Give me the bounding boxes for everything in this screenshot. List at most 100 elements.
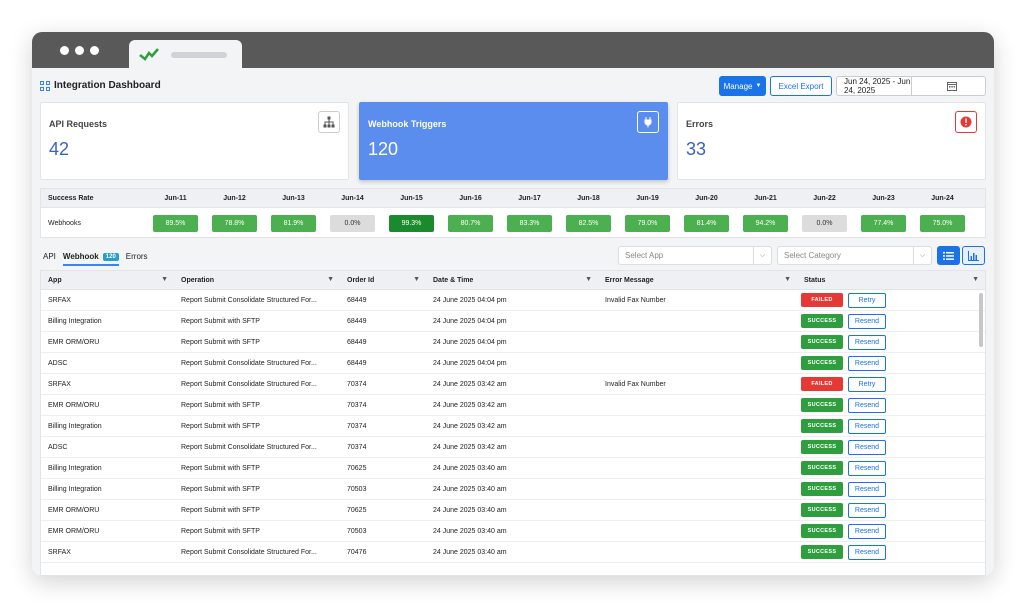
cell-operation: Report Submit with SFTP bbox=[181, 506, 260, 514]
cell-operation: Report Submit with SFTP bbox=[181, 527, 260, 535]
card-webhook-triggers[interactable]: Webhook Triggers 120 bbox=[359, 102, 668, 180]
cell-date-time: 24 June 2025 03:40 am bbox=[433, 548, 507, 556]
filter-icon[interactable]: ▼ bbox=[327, 276, 334, 283]
cell-error-message bbox=[598, 458, 797, 478]
cell-status: FAILED Retry bbox=[797, 374, 985, 394]
filter-icon[interactable]: ▼ bbox=[784, 276, 791, 283]
cell-date-time: 24 June 2025 03:42 am bbox=[433, 443, 507, 451]
cell-status: SUCCESS Resend bbox=[797, 311, 985, 331]
select-app-placeholder: Select App bbox=[625, 251, 664, 260]
cell-app: Billing Integration bbox=[48, 464, 102, 472]
table-row[interactable]: ADSC Report Submit Consolidate Structured… bbox=[41, 437, 985, 458]
filter-icon[interactable]: ▼ bbox=[413, 276, 420, 283]
chevron-down-icon: ⌵ bbox=[753, 247, 771, 264]
chart-view-button[interactable] bbox=[962, 246, 985, 265]
table-row[interactable]: Billing Integration Report Submit with SF… bbox=[41, 311, 985, 332]
resend-button[interactable]: Resend bbox=[848, 502, 886, 518]
resend-button[interactable]: Resend bbox=[848, 523, 886, 539]
column-header-error-message[interactable]: Error Message ▼ bbox=[598, 271, 797, 289]
column-header-app[interactable]: App ▼ bbox=[41, 271, 174, 289]
column-label: Status bbox=[804, 276, 826, 284]
tab-webhook[interactable]: Webhook 120 bbox=[62, 252, 119, 266]
date-header: Jun-19 bbox=[636, 194, 659, 202]
webhooks-rate-row: Webhooks 89.5% 78.8% 81.9% 0.0% 99.3% 80… bbox=[41, 208, 985, 238]
cell-app: EMR ORM/ORU bbox=[48, 506, 100, 514]
calendar-icon[interactable] bbox=[910, 77, 986, 95]
column-header-date-time[interactable]: Date & Time ▼ bbox=[426, 271, 598, 289]
window-dot[interactable] bbox=[60, 46, 69, 55]
cell-date-time: 24 June 2025 03:42 am bbox=[433, 401, 507, 409]
cell-status: SUCCESS Resend bbox=[797, 500, 985, 520]
excel-export-button[interactable]: Excel Export bbox=[770, 76, 832, 96]
table-row[interactable]: Billing Integration Report Submit with SF… bbox=[41, 458, 985, 479]
resend-button[interactable]: Resend bbox=[848, 334, 886, 350]
resend-button[interactable]: Resend bbox=[848, 418, 886, 434]
rate-pill: 77.4% bbox=[861, 214, 906, 232]
table-row[interactable]: SRFAX Report Submit Consolidate Structure… bbox=[41, 290, 985, 311]
table-row[interactable]: EMR ORM/ORU Report Submit with SFTP 70374 2… bbox=[41, 395, 985, 416]
cell-date-time: 24 June 2025 04:04 pm bbox=[433, 359, 507, 367]
resend-button[interactable]: Resend bbox=[848, 544, 886, 560]
window-dot[interactable] bbox=[75, 46, 84, 55]
type-tabs: API Webhook 120 Errors bbox=[43, 252, 148, 266]
table-row[interactable]: ADSC Report Submit Consolidate Structured… bbox=[41, 353, 985, 374]
table-row[interactable]: SRFAX Report Submit Consolidate Structure… bbox=[41, 374, 985, 395]
table-scrollbar[interactable] bbox=[979, 293, 983, 347]
list-view-button[interactable] bbox=[937, 246, 960, 265]
resend-button[interactable]: Resend bbox=[848, 313, 886, 329]
window-dot[interactable] bbox=[90, 46, 99, 55]
date-header: Jun-23 bbox=[872, 194, 895, 202]
cell-order-id: 70374 bbox=[347, 422, 367, 430]
resend-button[interactable]: Resend bbox=[848, 460, 886, 476]
list-icon bbox=[943, 251, 954, 260]
manage-button[interactable]: Manage ▼ bbox=[719, 76, 766, 96]
cell-operation: Report Submit Consolidate Structured For… bbox=[181, 548, 317, 556]
rate-pill: 78.8% bbox=[212, 214, 257, 232]
table-row[interactable]: EMR ORM/ORU Report Submit with SFTP 70625 2… bbox=[41, 500, 985, 521]
rate-pill: 0.0% bbox=[802, 214, 847, 232]
column-header-order-id[interactable]: Order Id ▼ bbox=[340, 271, 426, 289]
card-errors[interactable]: Errors 33 bbox=[677, 102, 986, 180]
table-row[interactable]: Billing Integration Report Submit with SF… bbox=[41, 479, 985, 500]
date-header: Jun-16 bbox=[459, 194, 482, 202]
cell-error-message bbox=[598, 353, 797, 373]
filter-bar: API Webhook 120 Errors Select App ⌵ Sele… bbox=[40, 246, 986, 270]
cell-status: SUCCESS Resend bbox=[797, 416, 985, 436]
date-range-picker[interactable]: Jun 24, 2025 - Jun 24, 2025 bbox=[836, 76, 986, 96]
table-row[interactable]: Billing Integration Report Submit with SF… bbox=[41, 416, 985, 437]
card-api-requests[interactable]: API Requests 42 bbox=[40, 102, 349, 180]
resend-button[interactable]: Resend bbox=[848, 355, 886, 371]
filter-icon[interactable]: ▼ bbox=[972, 276, 979, 283]
browser-tab[interactable] bbox=[129, 40, 242, 68]
tab-api[interactable]: API bbox=[43, 252, 56, 266]
column-header-operation[interactable]: Operation ▼ bbox=[174, 271, 340, 289]
resend-button[interactable]: Resend bbox=[848, 481, 886, 497]
rate-pill: 83.3% bbox=[507, 214, 552, 232]
select-app-dropdown[interactable]: Select App ⌵ bbox=[618, 246, 772, 265]
status-badge: SUCCESS bbox=[801, 335, 843, 349]
filter-icon[interactable]: ▼ bbox=[161, 276, 168, 283]
filter-icon[interactable]: ▼ bbox=[585, 276, 592, 283]
rate-pill: 94.2% bbox=[743, 214, 788, 232]
table-row[interactable]: SRFAX Report Submit Consolidate Structure… bbox=[41, 542, 985, 563]
page-title-text: Integration Dashboard bbox=[54, 80, 161, 91]
select-category-dropdown[interactable]: Select Category ⌵ bbox=[777, 246, 932, 265]
retry-button[interactable]: Retry bbox=[848, 376, 886, 392]
tab-errors[interactable]: Errors bbox=[126, 252, 148, 266]
cell-error-message bbox=[598, 542, 797, 562]
table-row[interactable]: EMR ORM/ORU Report Submit with SFTP 68449 2… bbox=[41, 332, 985, 353]
date-header: Jun-15 bbox=[400, 194, 423, 202]
webhooks-row-label: Webhooks bbox=[48, 219, 81, 227]
cell-order-id: 70503 bbox=[347, 485, 367, 493]
resend-button[interactable]: Resend bbox=[848, 439, 886, 455]
resend-button[interactable]: Resend bbox=[848, 397, 886, 413]
status-badge: SUCCESS bbox=[801, 503, 843, 517]
retry-button[interactable]: Retry bbox=[848, 292, 886, 308]
table-row[interactable]: EMR ORM/ORU Report Submit with SFTP 70503 2… bbox=[41, 521, 985, 542]
caret-down-icon: ▼ bbox=[755, 83, 762, 89]
cell-app: ADSC bbox=[48, 359, 68, 367]
rate-pill: 79.0% bbox=[625, 214, 670, 232]
alert-icon bbox=[955, 111, 977, 133]
cell-error-message bbox=[598, 479, 797, 499]
column-header-status[interactable]: Status ▼ bbox=[797, 271, 985, 289]
